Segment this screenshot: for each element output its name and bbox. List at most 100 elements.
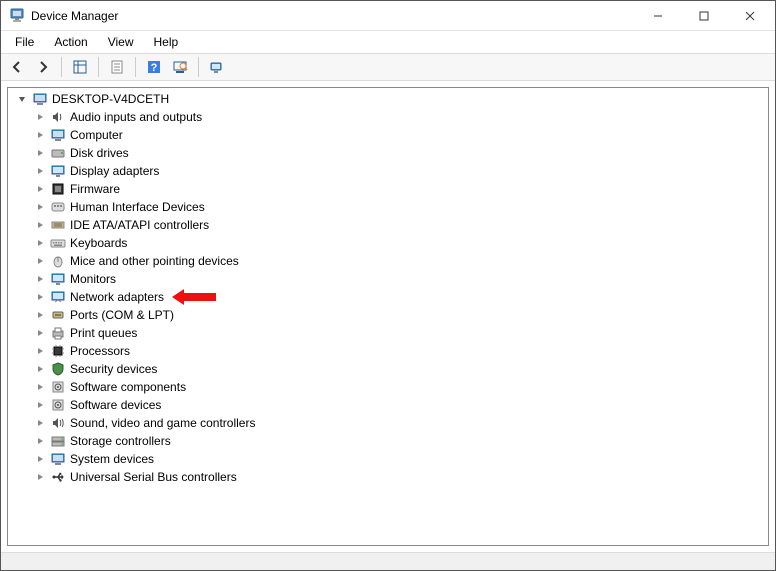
tree-item[interactable]: Print queues [10,324,766,342]
tree-item[interactable]: Firmware [10,180,766,198]
tree-item[interactable]: Software devices [10,396,766,414]
expand-icon[interactable] [34,255,46,267]
category-icon [50,181,66,197]
tree-item-label: Network adapters [70,290,164,304]
expand-icon[interactable] [34,165,46,177]
devices-printers-button[interactable] [205,55,229,79]
close-button[interactable] [727,1,773,31]
category-icon [50,253,66,269]
tree-root[interactable]: DESKTOP-V4DCETH [10,90,766,108]
expand-icon[interactable] [34,201,46,213]
tree-item[interactable]: Keyboards [10,234,766,252]
tree-item[interactable]: System devices [10,450,766,468]
expand-icon[interactable] [34,363,46,375]
tree-item[interactable]: Universal Serial Bus controllers [10,468,766,486]
help-button[interactable]: ? [142,55,166,79]
toolbar-separator [98,57,99,77]
category-icon [50,235,66,251]
show-hide-tree-button[interactable] [68,55,92,79]
device-manager-window: Device Manager File Action View Help [0,0,776,571]
category-icon [50,433,66,449]
titlebar: Device Manager [1,1,775,31]
tree-item[interactable]: Processors [10,342,766,360]
category-icon [50,199,66,215]
expand-icon[interactable] [34,327,46,339]
tree-item-label: IDE ATA/ATAPI controllers [70,218,209,232]
statusbar [1,552,775,570]
tree-item[interactable]: Monitors [10,270,766,288]
tree-root-label: DESKTOP-V4DCETH [52,92,169,106]
toolbar-separator [198,57,199,77]
tree-item-label: Keyboards [70,236,127,250]
tree-item[interactable]: Disk drives [10,144,766,162]
category-icon [50,145,66,161]
tree-item[interactable]: Audio inputs and outputs [10,108,766,126]
category-icon [50,343,66,359]
menu-view[interactable]: View [98,33,144,51]
tree-item[interactable]: Network adapters [10,288,164,306]
tree-item[interactable]: Sound, video and game controllers [10,414,766,432]
expand-icon[interactable] [34,435,46,447]
tree-item[interactable]: Security devices [10,360,766,378]
tree-item-label: Monitors [70,272,116,286]
tree-item[interactable]: Storage controllers [10,432,766,450]
expand-icon[interactable] [34,345,46,357]
expand-icon[interactable] [34,273,46,285]
expand-icon[interactable] [34,309,46,321]
category-icon [50,307,66,323]
expand-icon[interactable] [34,291,46,303]
tree-item-label: Security devices [70,362,157,376]
category-icon [50,217,66,233]
category-icon [50,451,66,467]
toolbar-separator [61,57,62,77]
expand-icon[interactable] [34,399,46,411]
category-icon [50,397,66,413]
red-arrow-annotation [172,289,216,305]
tree-item-label: Software components [70,380,186,394]
expand-icon[interactable] [34,129,46,141]
tree-item-label: Human Interface Devices [70,200,205,214]
expand-icon[interactable] [34,111,46,123]
maximize-button[interactable] [681,1,727,31]
expand-icon[interactable] [34,453,46,465]
content-area: DESKTOP-V4DCETH Audio inputs and outputs C… [1,81,775,552]
collapse-icon[interactable] [16,93,28,105]
tree-item[interactable]: Software components [10,378,766,396]
menu-help[interactable]: Help [144,33,189,51]
expand-icon[interactable] [34,147,46,159]
tree-item-label: Disk drives [70,146,129,160]
tree-item-label: Print queues [70,326,137,340]
toolbar-separator [135,57,136,77]
tree-item-label: Mice and other pointing devices [70,254,239,268]
scan-hardware-button[interactable] [168,55,192,79]
back-button[interactable] [5,55,29,79]
category-icon [50,271,66,287]
tree-item[interactable]: Human Interface Devices [10,198,766,216]
expand-icon[interactable] [34,417,46,429]
toolbar: ? [1,53,775,81]
expand-icon[interactable] [34,183,46,195]
app-icon [9,8,25,24]
menu-action[interactable]: Action [44,33,97,51]
expand-icon[interactable] [34,219,46,231]
category-icon [50,361,66,377]
category-icon [50,379,66,395]
forward-button[interactable] [31,55,55,79]
category-icon [50,415,66,431]
expand-icon[interactable] [34,381,46,393]
computer-icon [32,91,48,107]
tree-item[interactable]: Display adapters [10,162,766,180]
expand-icon[interactable] [34,471,46,483]
expand-icon[interactable] [34,237,46,249]
tree-item-label: Computer [70,128,123,142]
properties-button[interactable] [105,55,129,79]
tree-item[interactable]: Computer [10,126,766,144]
tree-item-label: Sound, video and game controllers [70,416,255,430]
tree-item[interactable]: Mice and other pointing devices [10,252,766,270]
device-tree[interactable]: DESKTOP-V4DCETH Audio inputs and outputs C… [7,87,769,546]
category-icon [50,163,66,179]
menu-file[interactable]: File [5,33,44,51]
tree-item[interactable]: Ports (COM & LPT) [10,306,766,324]
minimize-button[interactable] [635,1,681,31]
tree-item[interactable]: IDE ATA/ATAPI controllers [10,216,766,234]
